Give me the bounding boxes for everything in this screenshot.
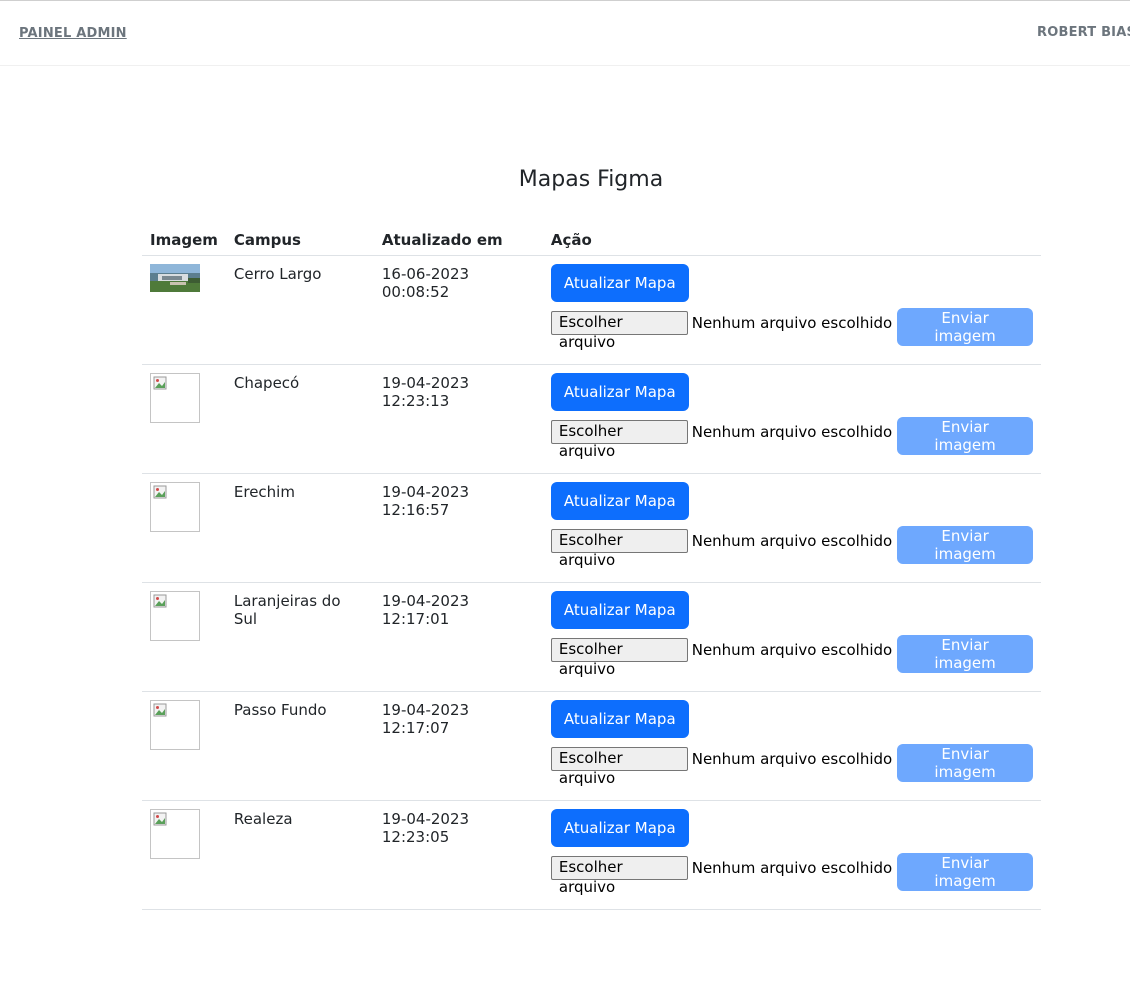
table-header-row: Imagem Campus Atualizado em Ação [142,222,1041,256]
table-row: Realeza 19-04-2023 12:23:05 Atualizar Ma… [142,800,1041,910]
campus-cell: Cerro Largo [225,255,374,365]
file-status: Nenhum arquivo escolhido [691,859,893,877]
updated-at: 16-06-2023 00:08:52 [381,265,470,301]
upload-row: Escolher arquivo Nenhum arquivo escolhid… [550,853,1033,896]
campus-name: Passo Fundo [233,701,327,719]
choose-file-button[interactable]: Escolher arquivo [550,529,688,569]
update-map-button[interactable]: Atualizar Mapa [550,482,689,520]
upload-row: Escolher arquivo Nenhum arquivo escolhid… [550,744,1033,787]
file-status: Nenhum arquivo escolhido [691,532,893,550]
updated-cell: 19-04-2023 12:16:57 [373,473,543,583]
image-cell [142,582,226,692]
choose-file-button[interactable]: Escolher arquivo [550,638,688,678]
updated-at: 19-04-2023 12:23:13 [381,374,470,410]
update-map-button[interactable]: Atualizar Mapa [550,700,689,738]
image-cell [142,364,226,474]
file-status: Nenhum arquivo escolhido [691,750,893,768]
choose-file-button[interactable]: Escolher arquivo [550,311,688,351]
image-cell [142,473,226,583]
table-row: Erechim 19-04-2023 12:16:57 Atualizar Ma… [142,473,1041,583]
send-image-button[interactable]: Enviar imagem [897,853,1033,891]
broken-image-icon [153,485,167,499]
action-cell: Atualizar Mapa Escolher arquivo Nenhum a… [542,800,1041,910]
action-cell: Atualizar Mapa Escolher arquivo Nenhum a… [542,691,1041,801]
broken-image-placeholder [150,809,200,859]
choose-file-button[interactable]: Escolher arquivo [550,747,688,787]
upload-row: Escolher arquivo Nenhum arquivo escolhid… [550,308,1033,351]
broken-image-icon [153,376,167,390]
action-cell: Atualizar Mapa Escolher arquivo Nenhum a… [542,473,1041,583]
updated-cell: 19-04-2023 12:17:01 [373,582,543,692]
updated-cell: 19-04-2023 12:17:07 [373,691,543,801]
update-map-button[interactable]: Atualizar Mapa [550,591,689,629]
file-status: Nenhum arquivo escolhido [691,314,893,332]
update-map-button[interactable]: Atualizar Mapa [550,809,689,847]
file-status: Nenhum arquivo escolhido [691,641,893,659]
campus-cell: Passo Fundo [225,691,374,801]
page-title: Mapas Figma [518,167,664,192]
send-image-button[interactable]: Enviar imagem [897,744,1033,782]
campus-cell: Realeza [225,800,374,910]
file-status: Nenhum arquivo escolhido [691,423,893,441]
broken-image-icon [153,812,167,826]
campus-name: Erechim [233,483,295,501]
update-map-button[interactable]: Atualizar Mapa [550,264,689,302]
choose-file-button[interactable]: Escolher arquivo [550,856,688,896]
image-cell [142,255,226,365]
updated-at: 19-04-2023 12:17:01 [381,592,470,628]
table-row: Chapecó 19-04-2023 12:23:13 Atualizar Ma… [142,364,1041,474]
send-image-button[interactable]: Enviar imagem [897,526,1033,564]
send-image-button[interactable]: Enviar imagem [897,308,1033,346]
broken-image-icon [153,594,167,608]
campus-cell: Erechim [225,473,374,583]
broken-image-placeholder [150,700,200,750]
updated-cell: 19-04-2023 12:23:13 [373,364,543,474]
broken-image-placeholder [150,591,200,641]
action-cell: Atualizar Mapa Escolher arquivo Nenhum a… [542,582,1041,692]
image-cell [142,691,226,801]
send-image-button[interactable]: Enviar imagem [897,417,1033,455]
campus-name: Chapecó [233,374,300,392]
upload-row: Escolher arquivo Nenhum arquivo escolhid… [550,417,1033,460]
campus-name: Realeza [233,810,293,828]
broken-image-placeholder [150,373,200,423]
campus-photo-thumbnail [150,264,200,292]
update-map-button[interactable]: Atualizar Mapa [550,373,689,411]
upload-row: Escolher arquivo Nenhum arquivo escolhid… [550,526,1033,569]
action-cell: Atualizar Mapa Escolher arquivo Nenhum a… [542,255,1041,365]
header-campus: Campus [225,222,374,256]
campus-name: Cerro Largo [233,265,322,283]
campus-cell: Chapecó [225,364,374,474]
choose-file-button[interactable]: Escolher arquivo [550,420,688,460]
header-updated: Atualizado em [373,222,543,256]
campus-name: Laranjeiras do Sul [233,592,341,628]
table-row: Passo Fundo 19-04-2023 12:17:07 Atualiza… [142,691,1041,801]
campus-cell: Laranjeiras do Sul [225,582,374,692]
image-cell [142,800,226,910]
table-row: Cerro Largo 16-06-2023 00:08:52 Atualiza… [142,255,1041,365]
broken-image-placeholder [150,482,200,532]
updated-cell: 16-06-2023 00:08:52 [373,255,543,365]
top-navbar: PAINEL ADMIN ROBERT BIASO [0,0,1130,66]
updated-at: 19-04-2023 12:23:05 [381,810,470,846]
table-row: Laranjeiras do Sul 19-04-2023 12:17:01 A… [142,582,1041,692]
maps-table: Imagem Campus Atualizado em Ação Cerro L… [142,222,1041,910]
user-name[interactable]: ROBERT BIASO [1037,25,1130,40]
upload-row: Escolher arquivo Nenhum arquivo escolhid… [550,635,1033,678]
updated-at: 19-04-2023 12:17:07 [381,701,470,737]
header-image: Imagem [142,222,226,256]
header-action: Ação [542,222,1041,256]
brand-link[interactable]: PAINEL ADMIN [19,26,127,41]
action-cell: Atualizar Mapa Escolher arquivo Nenhum a… [542,364,1041,474]
updated-cell: 19-04-2023 12:23:05 [373,800,543,910]
send-image-button[interactable]: Enviar imagem [897,635,1033,673]
updated-at: 19-04-2023 12:16:57 [381,483,470,519]
table-body: Cerro Largo 16-06-2023 00:08:52 Atualiza… [142,255,1041,910]
broken-image-icon [153,703,167,717]
